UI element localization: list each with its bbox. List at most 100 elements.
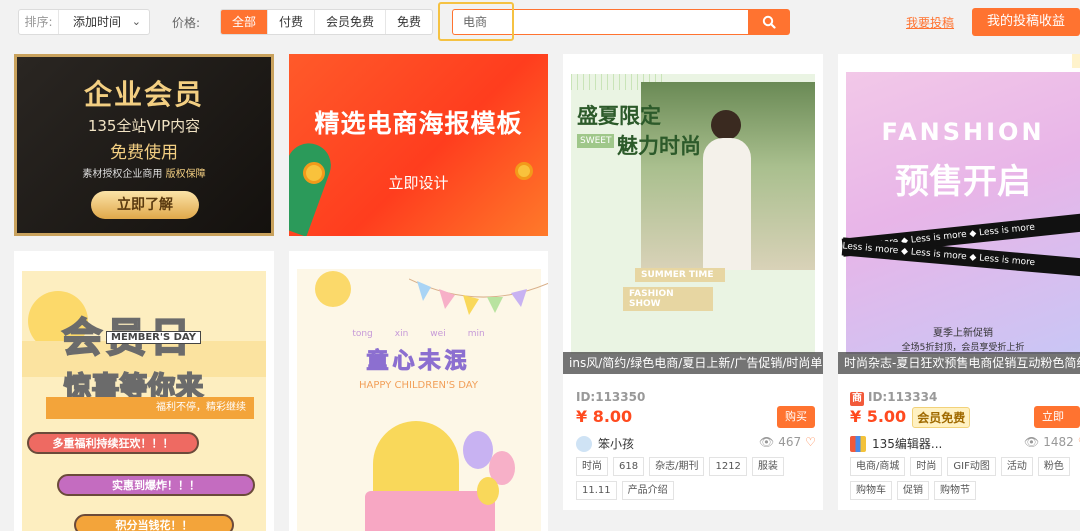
- tag[interactable]: 购物节: [934, 481, 976, 500]
- vip-line1: 135全站VIP内容: [87, 117, 201, 135]
- product-price-row: ¥ 5.00 会员免费: [850, 407, 971, 428]
- figure-dress: [703, 138, 751, 270]
- poster-banner[interactable]: 精选电商海报模板 立即设计: [289, 54, 548, 236]
- product-thumbnail[interactable]: FANSHION 预售开启 Less is more ◆ Less is mor…: [838, 54, 1080, 376]
- pinyin: wei: [430, 329, 446, 339]
- price-all-button[interactable]: 全部: [221, 10, 269, 34]
- author-name: 笨小孩: [598, 437, 635, 451]
- member-free-badge: 会员免费: [912, 407, 971, 428]
- members-day-badge: MEMBER'S DAY: [106, 331, 201, 344]
- filter-bar: 排序: 添加时间 ⌄ 价格: 全部 付费 会员免费 免费 电商 我要投稿 我的投稿…: [0, 0, 1080, 44]
- product-id-row: 商 ID:113334: [850, 390, 937, 406]
- poster-cta[interactable]: 立即设计: [289, 172, 548, 193]
- balloon-decoration: [477, 477, 499, 505]
- search-button[interactable]: [748, 9, 790, 35]
- childrens-day-card[interactable]: tong xin wei min 童心未泯 HAPPY CHILDREN'S D…: [289, 251, 548, 531]
- price-filter: 全部 付费 会员免费 免费: [220, 9, 434, 35]
- product-price: ¥ 8.00: [576, 407, 633, 426]
- vip-line3: 素材授权企业商用 版权保障: [17, 165, 271, 180]
- sort-label: 排序:: [19, 10, 59, 34]
- tag[interactable]: 11.11: [576, 481, 617, 500]
- merchant-icon: 商: [850, 392, 864, 406]
- tag[interactable]: 粉色: [1037, 457, 1070, 476]
- tag[interactable]: 1212: [709, 457, 747, 476]
- figure-head: [711, 110, 741, 140]
- product-stats: 👁 1482 ♡: [1024, 435, 1080, 449]
- fashion-promo1: 夏季上新促销: [933, 328, 993, 339]
- avatar: [576, 435, 592, 452]
- pinyin-row: tong xin wei min: [289, 329, 548, 339]
- summer-title1: 盛夏限定: [577, 104, 661, 128]
- product-stats: 👁 467 ♡: [759, 435, 816, 449]
- price-free-button[interactable]: 免费: [386, 10, 432, 34]
- eye-icon: 👁: [759, 435, 775, 449]
- view-count: 1482: [1043, 435, 1074, 449]
- view-count: 467: [778, 435, 802, 449]
- members-day-pill: 多重福利持续狂欢！！！: [27, 432, 199, 454]
- summer-tag1: SUMMER TIME: [635, 268, 725, 282]
- tag[interactable]: GIF动图: [947, 457, 996, 476]
- buy-button[interactable]: 购买: [777, 406, 815, 428]
- tag-list: 时尚 618 杂志/期刊 1212 服装 11.11 产品介绍: [576, 457, 816, 500]
- chevron-down-icon: ⌄: [131, 15, 141, 28]
- thumbnail-bg: [846, 72, 1080, 354]
- fashion-subtitle: 预售开启: [895, 162, 1031, 202]
- members-day-pill: 实惠到爆炸！！！: [57, 474, 255, 496]
- heart-icon[interactable]: ♡: [805, 435, 816, 449]
- pinyin: tong: [352, 329, 373, 339]
- author-name: 135编辑器...: [872, 437, 943, 451]
- members-day-pill: 积分当钱花！！: [74, 514, 234, 531]
- summer-sweet: SWEET: [577, 134, 615, 148]
- sort-value-text: 添加时间: [73, 15, 122, 29]
- product-caption: 时尚杂志-夏日狂欢预售电商促销互动粉色简约小...: [838, 352, 1080, 374]
- childrens-day-subtitle: HAPPY CHILDREN'S DAY: [359, 380, 478, 391]
- product-id: ID:113350: [576, 390, 646, 404]
- vip-cta-button[interactable]: 立即了解: [91, 191, 199, 219]
- price-member-free-button[interactable]: 会员免费: [315, 10, 387, 34]
- submit-link[interactable]: 我要投稿: [906, 14, 954, 31]
- earnings-button[interactable]: 我的投稿收益: [972, 8, 1080, 36]
- tag[interactable]: 电商/商城: [850, 457, 906, 476]
- vip-banner[interactable]: 企业会员 135全站VIP内容 免费使用 素材授权企业商用 版权保障 立即了解: [14, 54, 274, 236]
- product-thumbnail[interactable]: 盛夏限定 SWEET 魅力时尚 SUMMER TIME FASHION SHOW: [563, 54, 823, 376]
- product-caption: ins风/简约/绿色电商/夏日上新/广告促销/时尚单品: [563, 352, 823, 374]
- members-day-card[interactable]: 会员日 MEMBER'S DAY 惊喜等你来 福利不停，精彩继续 多重福利持续狂…: [14, 251, 274, 531]
- author[interactable]: 135编辑器...: [850, 435, 942, 452]
- sort-value[interactable]: 添加时间 ⌄: [59, 10, 149, 34]
- sort-select[interactable]: 排序: 添加时间 ⌄: [18, 9, 150, 35]
- vip-line3-b: 版权保障: [165, 169, 206, 180]
- tag[interactable]: 购物车: [850, 481, 892, 500]
- pinyin: min: [467, 329, 485, 339]
- vip-line3-a: 素材授权企业商用: [82, 169, 166, 180]
- eye-icon: 👁: [1024, 435, 1040, 449]
- use-now-button[interactable]: 立即使用: [1034, 406, 1080, 445]
- product-card[interactable]: 盛夏限定 SWEET 魅力时尚 SUMMER TIME FASHION SHOW…: [563, 54, 823, 510]
- fashion-title: FANSHION: [881, 118, 1045, 146]
- tag[interactable]: 618: [613, 457, 645, 476]
- corner-badge: [1072, 54, 1080, 68]
- product-card[interactable]: FANSHION 预售开启 Less is more ◆ Less is mor…: [838, 54, 1080, 510]
- tag[interactable]: 时尚: [910, 457, 943, 476]
- vip-title: 企业会员: [83, 78, 204, 111]
- sun-decoration: [315, 271, 351, 307]
- product-id: ID:113334: [868, 390, 938, 404]
- members-day-ribbon: 福利不停，精彩继续: [46, 397, 254, 419]
- avatar: [850, 435, 866, 452]
- photo-woman-icon: [641, 82, 815, 270]
- tag[interactable]: 服装: [751, 457, 784, 476]
- summer-tag2: FASHION SHOW: [623, 287, 713, 311]
- search-icon: [762, 15, 776, 29]
- product-price: ¥ 5.00: [850, 407, 907, 426]
- search-highlight-box: [438, 2, 514, 41]
- tag[interactable]: 促销: [897, 481, 929, 500]
- vip-line2: 免费使用: [110, 143, 178, 163]
- price-paid-button[interactable]: 付费: [268, 10, 316, 34]
- tag[interactable]: 活动: [1000, 457, 1033, 476]
- tag[interactable]: 杂志/期刊: [649, 457, 705, 476]
- tag[interactable]: 产品介绍: [621, 481, 674, 500]
- author[interactable]: 笨小孩: [576, 435, 634, 452]
- poster-title: 精选电商海报模板: [314, 109, 523, 138]
- pinyin: xin: [394, 329, 409, 339]
- tag[interactable]: 时尚: [576, 457, 608, 476]
- bunting-decoration: [409, 278, 548, 315]
